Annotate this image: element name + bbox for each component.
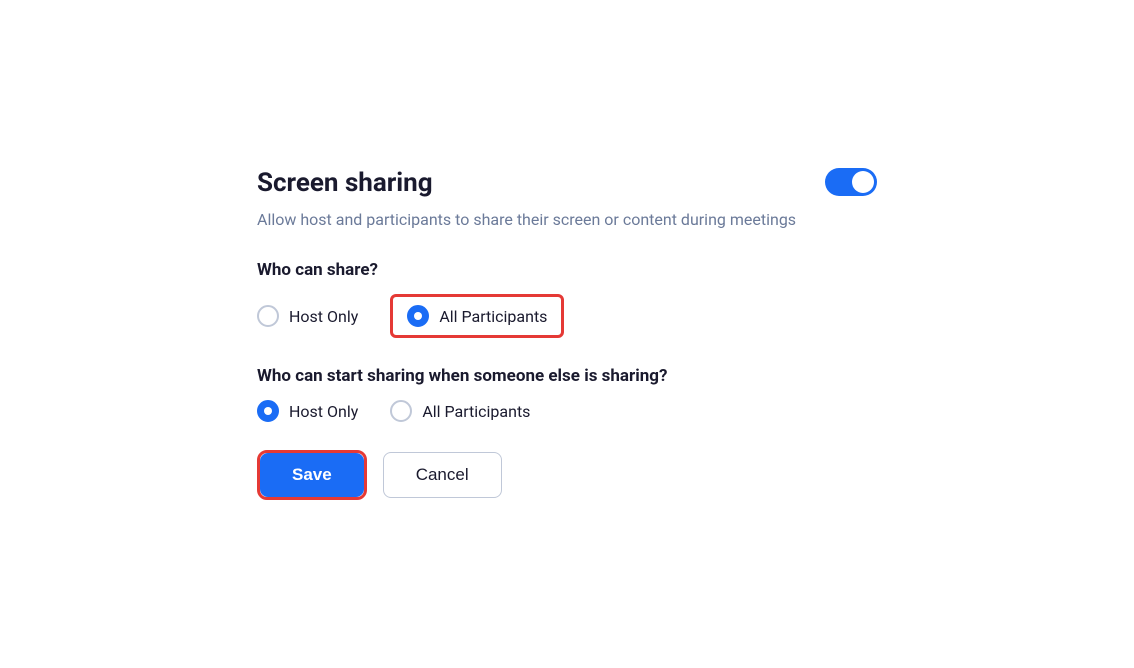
cancel-button[interactable]: Cancel bbox=[383, 452, 502, 498]
who-can-share-label: Who can share? bbox=[257, 260, 877, 280]
section-description: Allow host and participants to share the… bbox=[257, 208, 877, 232]
who-can-start-label: Who can start sharing when someone else … bbox=[257, 366, 877, 386]
toggle-knob bbox=[852, 171, 874, 193]
radio-label-host-only-1: Host Only bbox=[289, 307, 358, 326]
radio-label-all-participants-2: All Participants bbox=[422, 402, 530, 421]
button-row: Save Cancel bbox=[257, 450, 877, 500]
who-can-start-host-only[interactable]: Host Only bbox=[257, 400, 358, 422]
radio-label-all-participants-1: All Participants bbox=[439, 307, 547, 326]
page-title: Screen sharing bbox=[257, 168, 877, 198]
save-button-wrapper: Save bbox=[257, 450, 367, 500]
who-can-share-section: Who can share? Host Only All Participant… bbox=[257, 260, 877, 338]
radio-circle-all-participants-2 bbox=[390, 400, 412, 422]
who-can-start-section: Who can start sharing when someone else … bbox=[257, 366, 877, 422]
radio-label-host-only-2: Host Only bbox=[289, 402, 358, 421]
who-can-start-all-participants[interactable]: All Participants bbox=[390, 400, 530, 422]
save-button[interactable]: Save bbox=[260, 453, 364, 497]
who-can-share-all-participants[interactable]: All Participants bbox=[390, 294, 564, 338]
who-can-share-host-only[interactable]: Host Only bbox=[257, 305, 358, 327]
screen-sharing-toggle[interactable] bbox=[825, 168, 877, 196]
radio-circle-all-participants-1 bbox=[407, 305, 429, 327]
who-can-share-radio-group: Host Only All Participants bbox=[257, 294, 877, 338]
who-can-start-radio-group: Host Only All Participants bbox=[257, 400, 877, 422]
radio-circle-host-only-1 bbox=[257, 305, 279, 327]
radio-circle-host-only-2 bbox=[257, 400, 279, 422]
